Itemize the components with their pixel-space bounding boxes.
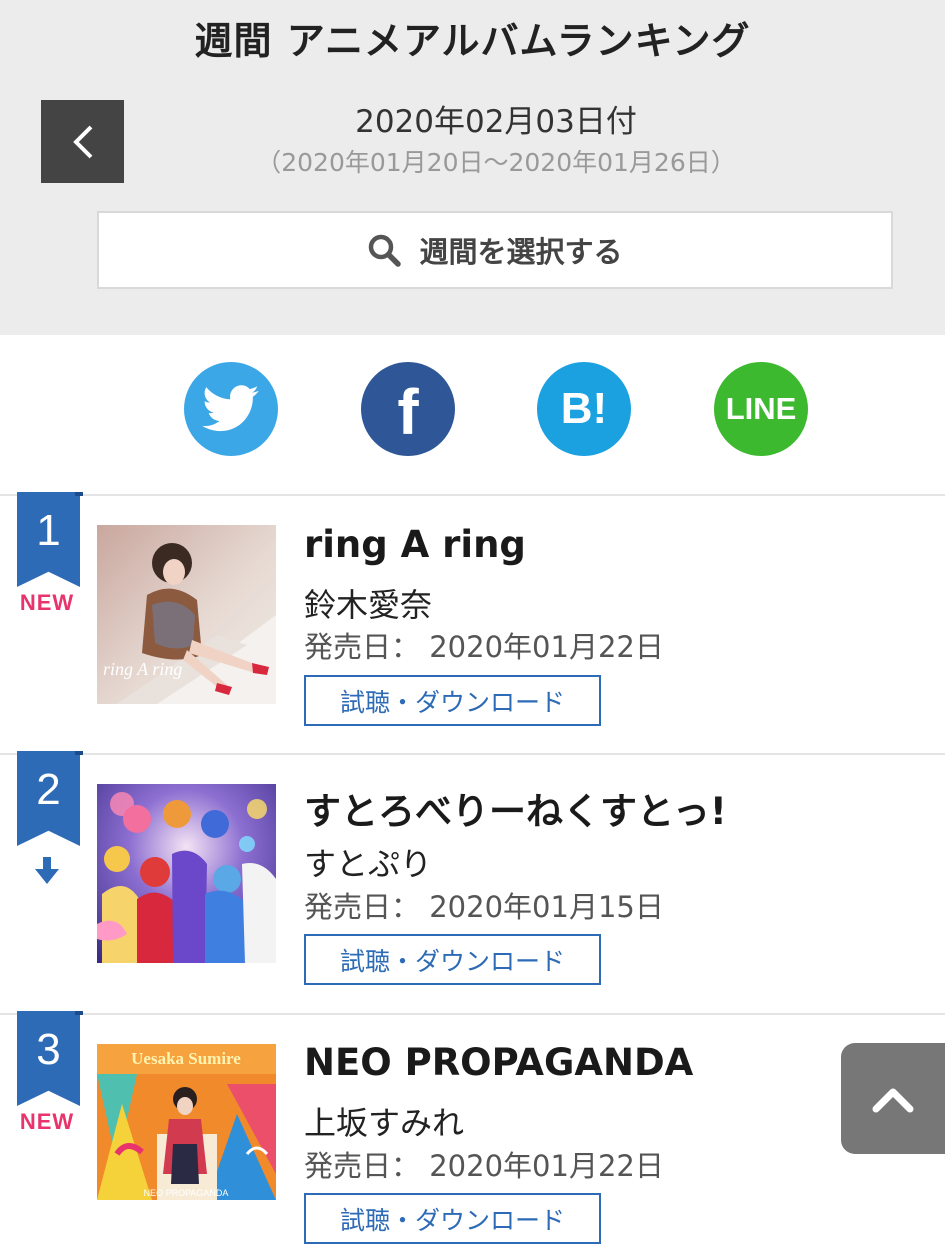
hatena-bookmark-icon: B! [560,384,608,433]
week-select-label: 週間を選択する [419,235,623,269]
album-title-link[interactable]: NEO PROPAGANDA [304,1041,693,1084]
artist-link[interactable]: 鈴木愛奈 [304,580,432,626]
artist-link[interactable]: すとぷり [304,839,432,885]
listen-download-button[interactable]: 試聴・ダウンロード [304,934,601,985]
ranking-date: 2020年02月03日付 [355,104,637,140]
line-icon: LINE [725,391,797,426]
search-icon [369,234,402,267]
rank-badge-fold [75,1011,83,1015]
album-cover[interactable]: ring A ring [97,525,276,704]
rank-badge-fold [75,751,83,755]
album-cover-art [97,784,276,963]
album-title-link[interactable]: ring A ring [304,523,526,566]
album-cover[interactable]: Uesaka Sumire NEO PROPAGANDA [97,1044,276,1223]
share-buttons: f B! LINE [0,362,945,456]
divider [0,753,945,755]
hatena-bookmark-share-button[interactable]: B! [537,362,631,456]
release-date-value: 2020年01月15日 [429,890,664,924]
release-date: 発売日： 2020年01月22日 [304,624,664,666]
facebook-share-button[interactable]: f [361,362,455,456]
new-entry-badge: NEW [19,590,75,615]
release-date: 発売日： 2020年01月15日 [304,884,664,926]
artist-link[interactable]: 上坂すみれ [304,1098,464,1144]
album-cover-art: ring A ring [97,525,276,704]
rank-badge: 1 [17,492,80,587]
rank-badge: 3 [17,1011,80,1106]
divider [0,1013,945,1015]
release-label: 発売日： [304,890,421,924]
cover-text: ring A ring [103,659,182,679]
cover-text: Uesaka Sumire [131,1049,241,1068]
release-date-value: 2020年01月22日 [429,630,664,664]
scroll-to-top-button[interactable] [841,1043,945,1154]
album-cover-art: Uesaka Sumire NEO PROPAGANDA [97,1044,276,1200]
facebook-icon: f [397,376,419,448]
release-date: 発売日： 2020年01月22日 [304,1143,664,1185]
chevron-up-icon [872,1088,914,1112]
ranking-header: 週間 アニメアルバムランキング 2020年02月03日付 （2020年01月20… [0,0,945,335]
release-date-value: 2020年01月22日 [429,1149,664,1183]
line-share-button[interactable]: LINE [714,362,808,456]
cover-subtext: NEO PROPAGANDA [144,1188,229,1198]
album-cover[interactable] [97,784,276,963]
twitter-share-button[interactable] [184,362,278,456]
album-title-link[interactable]: すとろべりーねくすとっ! [304,781,727,835]
rank-badge-fold [75,492,83,496]
release-label: 発売日： [304,630,421,664]
listen-download-button[interactable]: 試聴・ダウンロード [304,1193,601,1244]
ranking-date-range: （2020年01月20日～2020年01月26日） [256,148,736,177]
page-title: 週間 アニメアルバムランキング [194,19,751,63]
twitter-bird-icon [202,385,259,432]
divider [0,494,945,496]
new-entry-badge: NEW [19,1109,75,1134]
rank-badge: 2 [17,751,80,846]
week-select-button[interactable]: 週間を選択する [97,211,893,289]
release-label: 発売日： [304,1149,421,1183]
listen-download-button[interactable]: 試聴・ダウンロード [304,675,601,726]
rank-down-arrow-icon [35,857,59,884]
